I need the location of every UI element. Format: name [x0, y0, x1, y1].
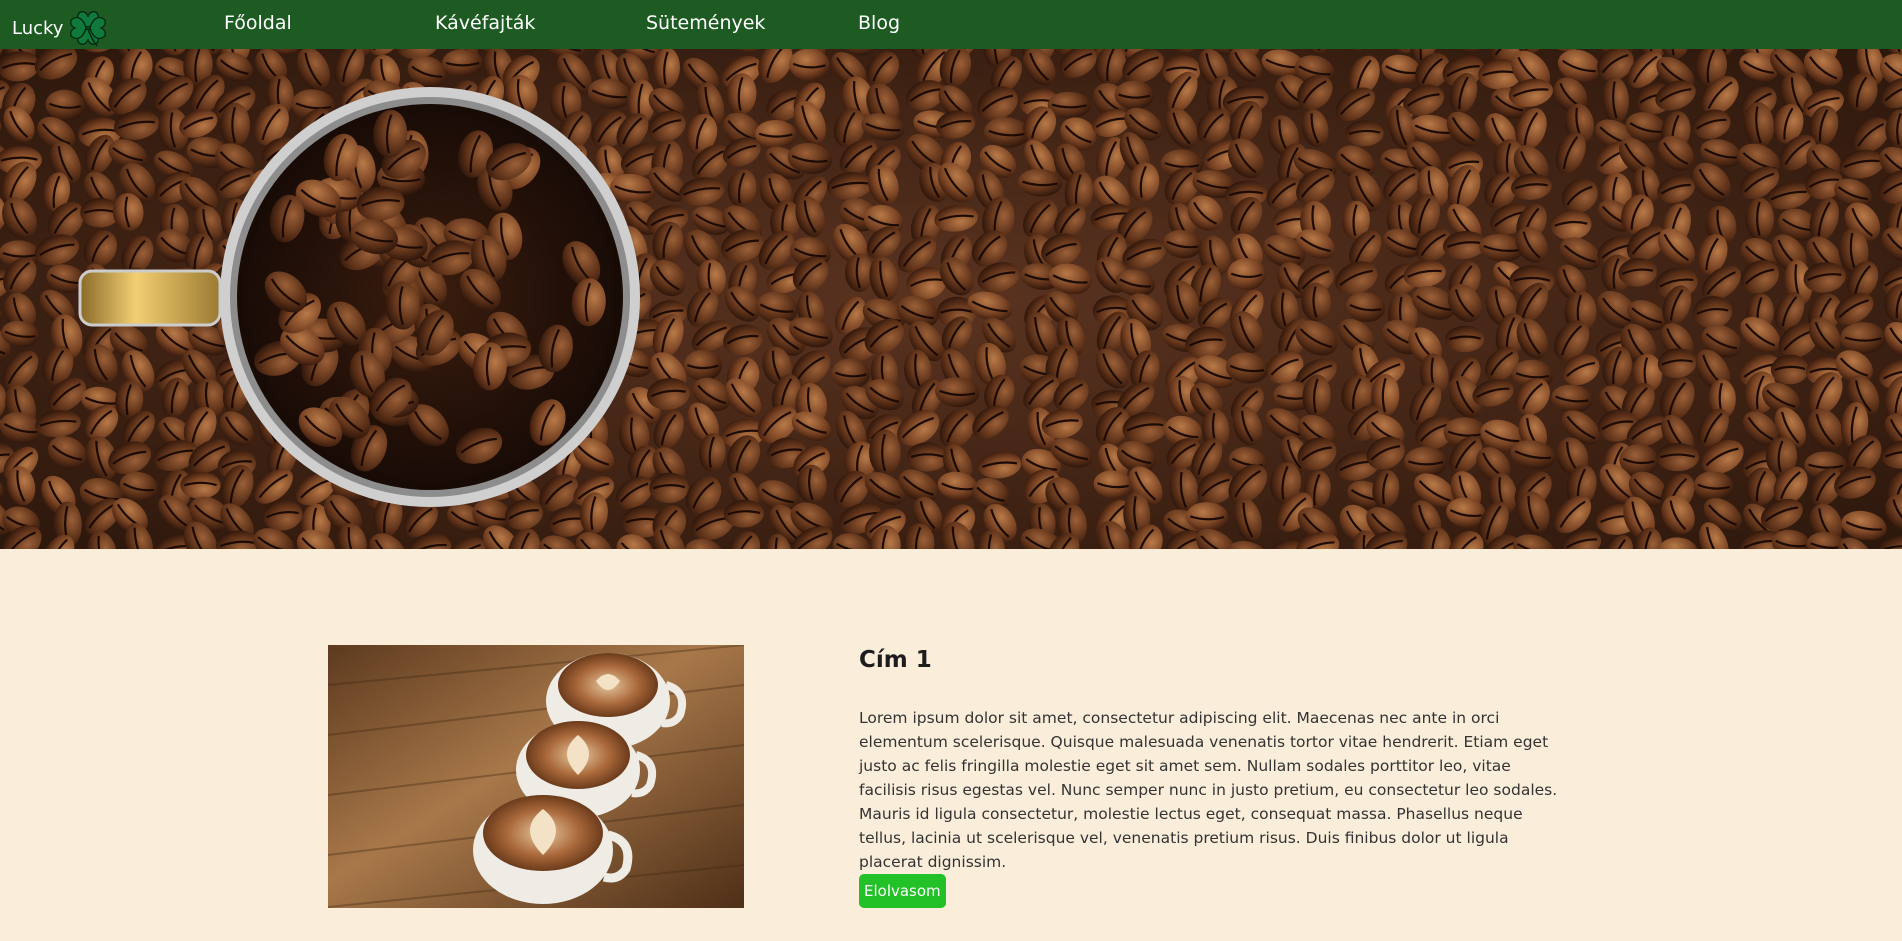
latte-art-image: [328, 645, 744, 908]
brand-name: Lucky: [12, 17, 64, 39]
coffee-beans-hero-image: [0, 49, 1902, 549]
four-leaf-clover-icon: [70, 11, 107, 47]
top-navbar: Lucky Főoldal Kávéfajták Sütemények Blog: [0, 0, 1902, 49]
nav-link-blog[interactable]: Blog: [858, 12, 900, 34]
nav-link-coffee-types[interactable]: Kávéfajták: [435, 12, 535, 34]
article-body: Lorem ipsum dolor sit amet, consectetur …: [859, 709, 1558, 871]
brand-logo-link[interactable]: Lucky: [12, 8, 109, 48]
nav-link-pastries[interactable]: Sütemények: [646, 12, 765, 34]
hero-banner: [0, 49, 1902, 549]
read-more-button[interactable]: Elolvasom: [859, 874, 946, 908]
article-title: Cím 1: [859, 647, 932, 673]
nav-link-home[interactable]: Főoldal: [224, 12, 292, 34]
